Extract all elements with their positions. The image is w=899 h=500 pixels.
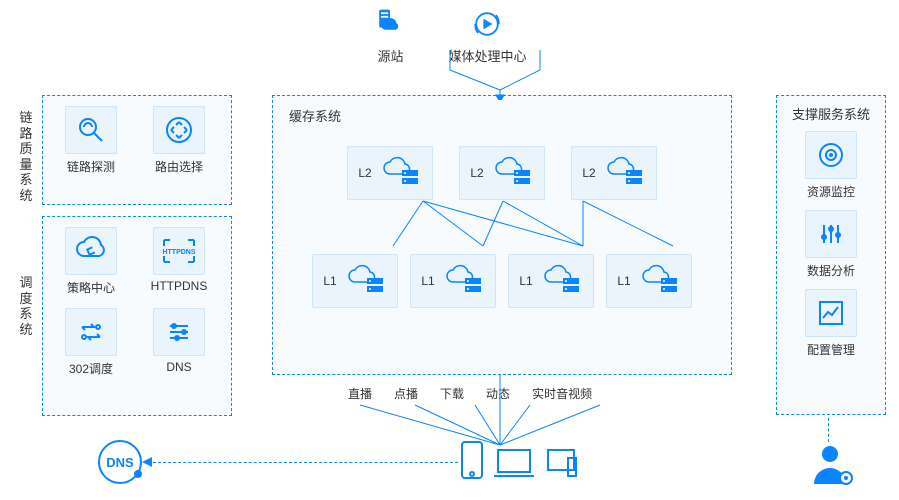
monitor-label: 资源监控 (807, 183, 855, 200)
link-probe-icon (74, 113, 108, 147)
httpdns-label: HTTPDNS (151, 279, 208, 293)
policy-center: 策略中心 (55, 227, 127, 296)
svg-text:HTTPDNS: HTTPDNS (162, 249, 195, 256)
route-select-icon (162, 113, 196, 147)
httpdns-icon: HTTPDNS (160, 234, 198, 268)
route-select: 路由选择 (143, 106, 215, 196)
dns-item-label: DNS (166, 360, 191, 374)
user-support-line (828, 418, 829, 442)
resource-monitor: 资源监控 (791, 131, 871, 200)
support-title: 支撑服务系统 (792, 104, 870, 123)
equalizer-icon (814, 217, 848, 251)
redirect-302: 302调度 (55, 308, 127, 377)
policy-label: 策略中心 (67, 279, 115, 296)
config-manage: 配置管理 (791, 289, 871, 358)
link-quality-panel: 链路探测 路由选择 (42, 95, 232, 205)
arrow-left-icon (142, 456, 154, 468)
origin-station: 源站 (372, 6, 408, 65)
server-cloud-icon (372, 6, 408, 42)
top-connectors (430, 50, 570, 100)
dns-dot-icon (134, 470, 142, 478)
httpdns: HTTPDNS HTTPDNS (143, 227, 215, 296)
analytics-label: 数据分析 (807, 262, 855, 279)
support-panel: 支撑服务系统 资源监控 数据分析 配置管理 (776, 95, 886, 415)
chart-icon (814, 296, 848, 330)
desktop-icon (544, 446, 578, 480)
phone-icon (460, 440, 484, 480)
cache-system-panel: 缓存系统 L2L2L2 L1L1L1L1 (272, 95, 732, 375)
link-probe: 链路探测 (55, 106, 127, 196)
route-select-label: 路由选择 (155, 158, 203, 175)
sliders-icon (162, 315, 196, 349)
redirect-icon (74, 315, 108, 349)
data-analytics: 数据分析 (791, 210, 871, 279)
policy-icon (74, 234, 108, 268)
dns-node: DNS (98, 440, 142, 484)
user-gear-icon (810, 440, 856, 486)
dns-arrow (148, 462, 458, 463)
dns-item: DNS (143, 308, 215, 377)
dns-text: DNS (106, 455, 133, 470)
laptop-icon (492, 446, 536, 480)
schedule-panel: 策略中心 HTTPDNS HTTPDNS 302调度 DNS (42, 216, 232, 416)
schedule-system-label: 调度系统 (18, 275, 34, 337)
cache-connectors (273, 96, 733, 376)
config-label: 配置管理 (807, 341, 855, 358)
link-probe-label: 链路探测 (67, 158, 115, 175)
quality-system-label: 链路质量系统 (18, 110, 34, 204)
eye-icon (814, 138, 848, 172)
media-process-icon (469, 6, 505, 42)
origin-label: 源站 (377, 46, 403, 65)
redirect-label: 302调度 (69, 360, 113, 377)
client-devices (460, 440, 578, 480)
